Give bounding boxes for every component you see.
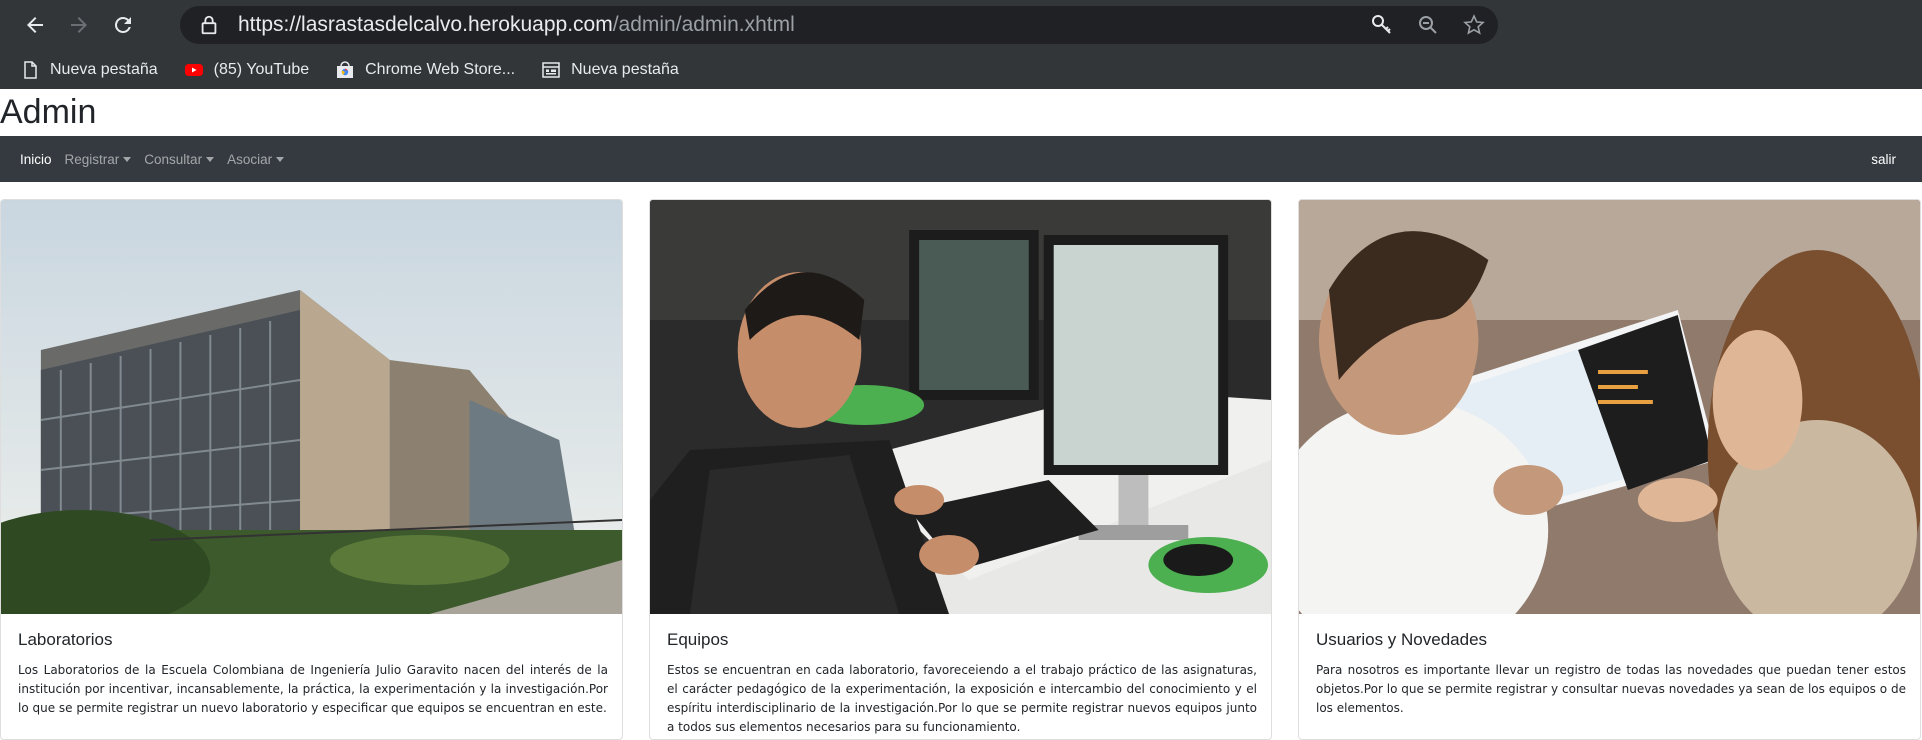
omnibox-actions <box>1370 13 1486 37</box>
browser-toolbar: https://lasrastasdelcalvo.herokuapp.com/… <box>0 0 1922 50</box>
nav-inicio[interactable]: Inicio <box>20 152 52 167</box>
card-text: Estos se encuentran en cada laboratorio,… <box>667 663 1257 734</box>
bookmark-nueva-pestana-1[interactable]: Nueva pestaña <box>20 60 158 80</box>
nav-label: Consultar <box>144 151 203 167</box>
card-title: Usuarios y Novedades <box>1316 630 1488 649</box>
nav-consultar-dropdown[interactable]: Consultar <box>144 151 215 167</box>
bookmark-youtube[interactable]: (85) YouTube <box>184 60 309 80</box>
card-deck: Laboratorios Los Laboratorios de la Escu… <box>0 199 1922 740</box>
youtube-icon <box>184 63 203 76</box>
bookmark-label: Nueva pestaña <box>571 60 679 78</box>
card-laboratorios: Laboratorios Los Laboratorios de la Escu… <box>0 199 623 740</box>
bookmark-label: Nueva pestaña <box>50 60 158 78</box>
chrome-web-store-icon <box>337 60 354 78</box>
url-host: https://lasrastasdelcalvo.herokuapp.com <box>238 13 613 36</box>
card-title: Laboratorios <box>18 630 113 649</box>
card-title: Equipos <box>667 630 729 649</box>
arrow-left-icon <box>27 17 43 33</box>
card-text: Los Laboratorios de la Escuela Colombian… <box>18 663 608 715</box>
caret-down-icon <box>123 156 132 162</box>
main-navbar: Inicio Registrar Consultar Asociar salir <box>0 136 1922 182</box>
browser-chrome: https://lasrastasdelcalvo.herokuapp.com/… <box>0 0 1922 89</box>
students-photo <box>1299 200 1920 614</box>
key-icon[interactable] <box>1370 13 1394 37</box>
grid-page-icon <box>542 61 560 78</box>
url-text: https://lasrastasdelcalvo.herokuapp.com/… <box>238 13 795 37</box>
caret-down-icon <box>276 156 285 162</box>
nav-label: Asociar <box>227 151 273 167</box>
computer-lab-photo <box>650 200 1271 614</box>
logout-link[interactable]: salir <box>1871 152 1896 167</box>
page-title: Admin <box>0 93 97 131</box>
card-usuarios-novedades: Usuarios y Novedades Para nosotros es im… <box>1298 199 1921 740</box>
building-photo <box>1 200 622 614</box>
reload-icon <box>115 17 131 33</box>
bookmark-chrome-web-store[interactable]: Chrome Web Store... <box>335 60 515 80</box>
zoom-out-icon[interactable] <box>1416 13 1440 37</box>
forward-button[interactable] <box>57 3 101 47</box>
bookmarks-bar: Nueva pestaña (85) YouTube Chrome Web St… <box>0 50 685 89</box>
bookmark-label: (85) YouTube <box>213 60 310 78</box>
nav-asociar-dropdown[interactable]: Asociar <box>227 151 285 167</box>
card-equipos: Equipos Estos se encuentran en cada labo… <box>649 199 1272 740</box>
nav-label: Registrar <box>64 151 120 167</box>
url-path: /admin/admin.xhtml <box>612 13 795 36</box>
bookmark-label: Chrome Web Store... <box>365 60 516 78</box>
nav-registrar-dropdown[interactable]: Registrar <box>65 152 132 167</box>
card-text: Para nosotros es importante llevar un re… <box>1316 663 1906 715</box>
reload-button[interactable] <box>101 3 145 47</box>
lock-icon <box>201 15 217 35</box>
caret-down-icon <box>206 156 215 162</box>
star-icon[interactable] <box>1462 13 1486 37</box>
arrow-right-icon <box>71 17 87 33</box>
bookmark-nueva-pestana-2[interactable]: Nueva pestaña <box>541 60 679 80</box>
page-content: Admin Inicio Registrar Consultar Asociar… <box>0 89 1922 740</box>
back-button[interactable] <box>13 3 57 47</box>
address-bar[interactable]: https://lasrastasdelcalvo.herokuapp.com/… <box>180 6 1498 44</box>
page-icon <box>24 60 37 79</box>
